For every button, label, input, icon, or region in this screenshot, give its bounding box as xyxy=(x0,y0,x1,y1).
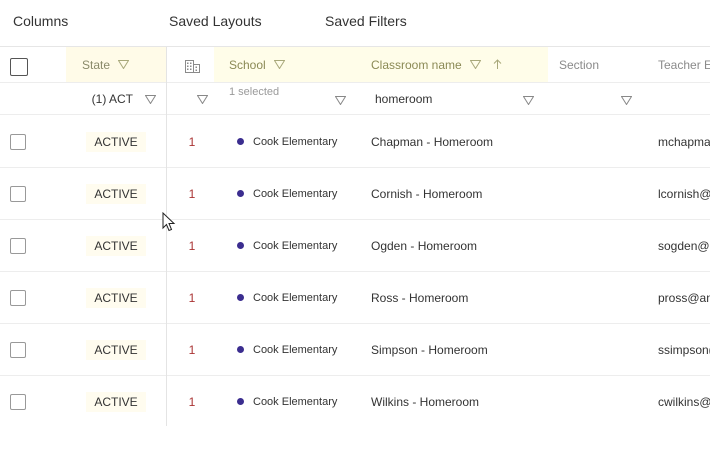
state-filter[interactable]: (1) ACT xyxy=(66,83,166,115)
state-cell: ACTIVE xyxy=(66,220,166,271)
school-dot-icon xyxy=(237,190,244,197)
filter-icon[interactable] xyxy=(522,96,535,106)
classroom-filter-input[interactable]: homeroom xyxy=(375,92,432,106)
column-header-state[interactable]: State xyxy=(66,47,166,82)
school-cell: Cook Elementary xyxy=(214,324,354,375)
school-cell: Cook Elementary xyxy=(214,220,354,271)
data-grid: State School Classroom name Section Teac… xyxy=(0,46,710,426)
teacher-email-cell: mchapma xyxy=(658,134,710,149)
column-header-school[interactable]: School xyxy=(214,47,354,82)
building-icon xyxy=(185,60,200,73)
state-badge: ACTIVE xyxy=(86,339,146,360)
school-name: Cook Elementary xyxy=(253,187,338,200)
school-dot-icon xyxy=(237,398,244,405)
teacher-email-cell: sogden@a xyxy=(658,238,710,253)
classroom-cell: Wilkins - Homeroom xyxy=(371,394,480,409)
section-filter[interactable] xyxy=(548,83,644,115)
state-cell: ACTIVE xyxy=(66,376,166,426)
column-header-teacher-label: Teacher Em xyxy=(658,57,710,72)
school-cell: Cook Elementary xyxy=(214,272,354,323)
row-checkbox[interactable] xyxy=(10,394,26,410)
classroom-cell: Ross - Homeroom xyxy=(371,290,469,305)
column-header-state-label: State xyxy=(82,57,111,72)
table-row[interactable]: ACTIVE 1 Cook Elementary Chapman - Homer… xyxy=(0,116,710,168)
school-dot-icon xyxy=(237,294,244,301)
state-badge: ACTIVE xyxy=(86,183,146,204)
classroom-cell: Cornish - Homeroom xyxy=(371,186,483,201)
school-name: Cook Elementary xyxy=(253,291,338,304)
sort-ascending-icon[interactable] xyxy=(493,59,502,70)
column-header-classroom-label: Classroom name xyxy=(371,57,462,72)
count-cell: 1 xyxy=(188,342,196,357)
classroom-cell: Ogden - Homeroom xyxy=(371,238,478,253)
row-checkbox[interactable] xyxy=(10,290,26,306)
school-name: Cook Elementary xyxy=(253,395,338,408)
teacher-email-cell: lcornish@ xyxy=(658,186,710,201)
school-dot-icon xyxy=(237,346,244,353)
saved-layouts-button[interactable]: Saved Layouts xyxy=(169,13,262,29)
count-filter[interactable] xyxy=(166,83,214,115)
school-dot-icon xyxy=(237,242,244,249)
table-row[interactable]: ACTIVE 1 Cook Elementary Ogden - Homeroo… xyxy=(0,220,710,272)
state-cell: ACTIVE xyxy=(66,168,166,219)
grid-filter-row: (1) ACT 1 selected homeroom xyxy=(0,83,710,115)
filter-icon[interactable] xyxy=(620,96,633,106)
filter-icon[interactable] xyxy=(273,60,285,69)
filter-icon[interactable] xyxy=(197,94,208,104)
column-header-school-label: School xyxy=(229,57,266,72)
row-checkbox[interactable] xyxy=(10,186,26,202)
school-filter[interactable]: 1 selected xyxy=(214,83,354,115)
mouse-cursor-icon xyxy=(162,212,176,232)
school-cell: Cook Elementary xyxy=(214,116,354,167)
state-cell: ACTIVE xyxy=(66,272,166,323)
teacher-email-cell: pross@an xyxy=(658,290,710,305)
row-checkbox[interactable] xyxy=(10,342,26,358)
school-cell: Cook Elementary xyxy=(214,376,354,426)
column-header-section-label: Section xyxy=(559,57,600,72)
state-cell: ACTIVE xyxy=(66,116,166,167)
state-filter-value: (1) ACT xyxy=(91,92,133,106)
school-filter-selection: 1 selected xyxy=(229,86,280,98)
teacher-email-cell: cwilkins@ xyxy=(658,394,710,409)
teacher-email-cell: ssimpson( xyxy=(658,342,710,357)
classroom-filter[interactable]: homeroom xyxy=(354,83,548,115)
state-cell: ACTIVE xyxy=(66,324,166,375)
select-all-checkbox[interactable] xyxy=(10,58,28,76)
column-header-section[interactable]: Section xyxy=(548,47,644,82)
count-cell: 1 xyxy=(188,394,196,409)
grid-header-row: State School Classroom name Section Teac… xyxy=(0,47,710,83)
table-row[interactable]: ACTIVE 1 Cook Elementary Simpson - Homer… xyxy=(0,324,710,376)
school-name: Cook Elementary xyxy=(253,343,338,356)
table-row[interactable]: ACTIVE 1 Cook Elementary Ross - Homeroom… xyxy=(0,272,710,324)
table-row[interactable]: ACTIVE 1 Cook Elementary Cornish - Homer… xyxy=(0,168,710,220)
filter-icon[interactable] xyxy=(145,94,156,104)
column-divider xyxy=(166,47,167,426)
school-name: Cook Elementary xyxy=(253,239,338,252)
school-cell: Cook Elementary xyxy=(214,168,354,219)
column-header-classroom-name[interactable]: Classroom name xyxy=(354,47,548,82)
classroom-cell: Simpson - Homeroom xyxy=(371,342,488,357)
filter-icon[interactable] xyxy=(469,60,481,69)
state-badge: ACTIVE xyxy=(86,131,146,152)
state-badge: ACTIVE xyxy=(86,235,146,256)
state-badge: ACTIVE xyxy=(86,287,146,308)
count-cell: 1 xyxy=(188,290,196,305)
filter-icon[interactable] xyxy=(118,60,130,69)
count-cell: 1 xyxy=(188,134,196,149)
school-dot-icon xyxy=(237,138,244,145)
columns-button[interactable]: Columns xyxy=(13,13,68,29)
school-name: Cook Elementary xyxy=(253,135,338,148)
table-row[interactable]: ACTIVE 1 Cook Elementary Wilkins - Homer… xyxy=(0,376,710,426)
row-checkbox[interactable] xyxy=(10,134,26,150)
classroom-cell: Chapman - Homeroom xyxy=(371,134,494,149)
filter-icon[interactable] xyxy=(334,96,347,106)
row-checkbox[interactable] xyxy=(10,238,26,254)
column-header-teacher-email[interactable]: Teacher Em xyxy=(644,47,710,82)
state-badge: ACTIVE xyxy=(86,391,146,412)
saved-filters-button[interactable]: Saved Filters xyxy=(325,13,407,29)
toolbar: Columns Saved Layouts Saved Filters xyxy=(0,0,710,46)
